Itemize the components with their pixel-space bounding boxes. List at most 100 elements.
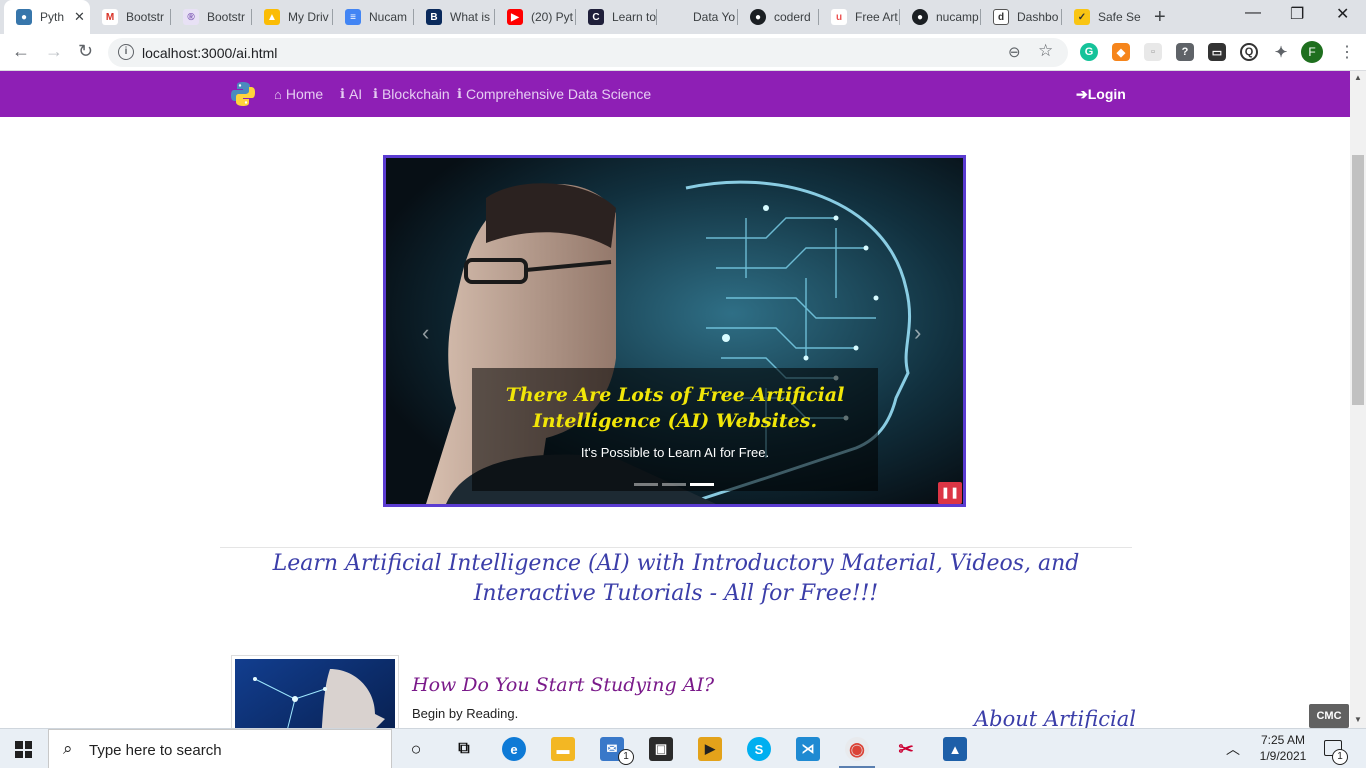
tab-label: My Driv <box>288 10 329 24</box>
help-extension-icon[interactable]: ? <box>1176 43 1194 61</box>
cortana-icon[interactable]: ○ <box>404 737 428 761</box>
close-window-button[interactable]: ✕ <box>1336 4 1349 24</box>
britannica-icon: B <box>426 9 442 25</box>
nav-ai[interactable]: ℹ AI <box>340 86 362 102</box>
extension-blank-icon[interactable]: ▫ <box>1144 43 1162 61</box>
info-icon: ℹ <box>340 86 345 101</box>
sign-in-icon: ➔ <box>1076 86 1088 102</box>
tab-data[interactable]: Data Yo <box>657 0 737 34</box>
python-icon: ● <box>16 9 32 25</box>
google-drive-icon: ▲ <box>264 9 280 25</box>
clock-time: 7:25 AM <box>1260 733 1306 747</box>
bookmark-star-icon[interactable]: ☆ <box>1038 41 1053 61</box>
edge-icon[interactable]: e <box>502 737 526 761</box>
task-view-icon[interactable]: ⧉ <box>452 737 476 761</box>
nav-home[interactable]: ⌂ Home <box>274 86 323 102</box>
tab-dashboard[interactable]: d Dashbo <box>981 0 1061 34</box>
carousel-indicator-1[interactable] <box>634 483 658 486</box>
media-player-icon[interactable]: ▶ <box>698 737 722 761</box>
browser-toolbar: ← → ↻ i localhost:3000/ai.html ⊖ ☆ G ◆ ▫… <box>0 34 1366 71</box>
taskbar-search-box[interactable]: ⌕ Type here to search <box>48 729 392 768</box>
back-button[interactable]: ← <box>12 41 30 62</box>
skype-icon[interactable]: S <box>747 737 771 761</box>
tab-close-icon[interactable]: ✕ <box>74 9 85 25</box>
pause-icon: ❚❚ <box>940 487 960 499</box>
address-bar[interactable]: i localhost:3000/ai.html ⊖ ☆ <box>108 38 1068 67</box>
nav-ai-label: AI <box>348 86 363 102</box>
cmc-widget-button[interactable]: CMC <box>1309 704 1349 728</box>
tab-britannica[interactable]: B What is <box>414 0 494 34</box>
scroll-thumb[interactable] <box>1352 155 1364 405</box>
carousel-indicator-2[interactable] <box>662 483 686 486</box>
scroll-up-arrow-icon[interactable]: ▲ <box>1354 73 1362 82</box>
nav-blockchain[interactable]: ℹ Blockchain <box>373 86 450 102</box>
taskbar-clock[interactable]: 7:25 AM 1/9/2021 <box>1252 732 1314 764</box>
clock-date: 1/9/2021 <box>1259 749 1307 763</box>
notification-count-badge: 1 <box>1332 749 1348 765</box>
page-scrollbar[interactable]: ▲ ▼ <box>1350 71 1366 728</box>
file-explorer-icon[interactable]: ▬ <box>551 737 575 761</box>
dashboard-icon: d <box>993 9 1009 25</box>
carousel-indicator-3[interactable] <box>690 483 714 486</box>
store-icon[interactable]: ▣ <box>649 737 673 761</box>
reload-button[interactable]: ↻ <box>78 41 93 62</box>
forward-button[interactable]: → <box>45 41 63 62</box>
search-extension-icon[interactable]: Q <box>1240 43 1258 61</box>
extensions-puzzle-icon[interactable]: ✦ <box>1272 43 1290 61</box>
vscode-icon[interactable]: ⋊ <box>796 737 820 761</box>
minimize-button[interactable]: — <box>1245 4 1261 22</box>
tab-extension-icon[interactable]: ▭ <box>1208 43 1226 61</box>
image-carousel: ‹ › There Are Lots of Free Artificial In… <box>383 155 966 507</box>
home-icon: ⌂ <box>274 86 282 102</box>
carousel-prev-icon[interactable]: ‹ <box>422 320 429 346</box>
udemy-icon: u <box>831 9 847 25</box>
login-link[interactable]: ➔Login <box>1076 86 1126 103</box>
tab-codecademy[interactable]: C Learn to <box>576 0 656 34</box>
tab-youtube[interactable]: ▶ (20) Pyt <box>495 0 575 34</box>
photos-icon[interactable]: ▲ <box>943 737 967 761</box>
zoom-icon[interactable]: ⊖ <box>1008 43 1021 61</box>
grammarly-icon[interactable]: G <box>1080 43 1098 61</box>
login-label: Login <box>1087 86 1126 102</box>
tab-udemy[interactable]: u Free Art <box>819 0 899 34</box>
carousel-pause-button[interactable]: ❚❚ <box>938 482 962 504</box>
tab-label: What is <box>450 10 491 24</box>
tab-label: coderd <box>774 10 811 24</box>
python-logo-icon[interactable] <box>230 81 256 107</box>
tab-python[interactable]: ● Pyth ✕ <box>4 0 90 34</box>
tab-bootstrap[interactable]: ® Bootstr <box>171 0 251 34</box>
tab-github-nucamp[interactable]: ● nucamp <box>900 0 980 34</box>
chrome-icon[interactable]: ◉ <box>845 737 869 761</box>
nav-data-science[interactable]: ℹ Comprehensive Data Science <box>457 86 651 102</box>
restore-button[interactable]: ❐ <box>1290 4 1304 24</box>
tab-label: Dashbo <box>1017 10 1059 24</box>
carousel-caption-subtitle: It's Possible to Learn AI for Free. <box>580 445 770 460</box>
scroll-down-arrow-icon[interactable]: ▼ <box>1354 715 1362 724</box>
nav-home-label: Home <box>285 86 324 102</box>
tray-overflow-icon[interactable]: ︿ <box>1226 739 1240 759</box>
tab-docs[interactable]: ≡ Nucam <box>333 0 413 34</box>
tab-github-coderd[interactable]: ● coderd <box>738 0 818 34</box>
carousel-next-icon[interactable]: › <box>914 320 921 346</box>
tab-label: Bootstr <box>126 10 165 24</box>
windows-start-icon[interactable] <box>15 741 32 758</box>
metamask-icon[interactable]: ◆ <box>1112 43 1130 61</box>
info-icon: ℹ <box>457 86 462 101</box>
tab-gmail[interactable]: M Bootstr <box>90 0 170 34</box>
snip-sketch-icon[interactable]: ✂ <box>894 737 918 761</box>
tab-drive[interactable]: ▲ My Driv <box>252 0 332 34</box>
profile-avatar[interactable]: F <box>1301 41 1323 63</box>
study-thumbnail-card <box>231 655 399 728</box>
tab-label: Bootstr <box>207 10 246 24</box>
carousel-indicators <box>634 483 714 486</box>
url-text[interactable]: localhost:3000/ai.html <box>142 45 277 61</box>
divider <box>220 547 1132 548</box>
site-info-icon[interactable]: i <box>118 44 134 60</box>
web-page: ⌂ Home ℹ AI ℹ Blockchain ℹ Comprehensive… <box>0 71 1350 728</box>
new-tab-button[interactable]: + <box>1154 6 1166 29</box>
gmail-icon: M <box>102 9 118 25</box>
tab-label: Learn to <box>612 10 656 24</box>
browser-tab-strip: ● Pyth ✕ M Bootstr ® Bootstr ▲ My Driv ≡… <box>0 0 1366 34</box>
tab-safe-search[interactable]: ✓ Safe Se <box>1062 0 1142 34</box>
browser-menu-icon[interactable]: ⋮ <box>1339 42 1355 62</box>
